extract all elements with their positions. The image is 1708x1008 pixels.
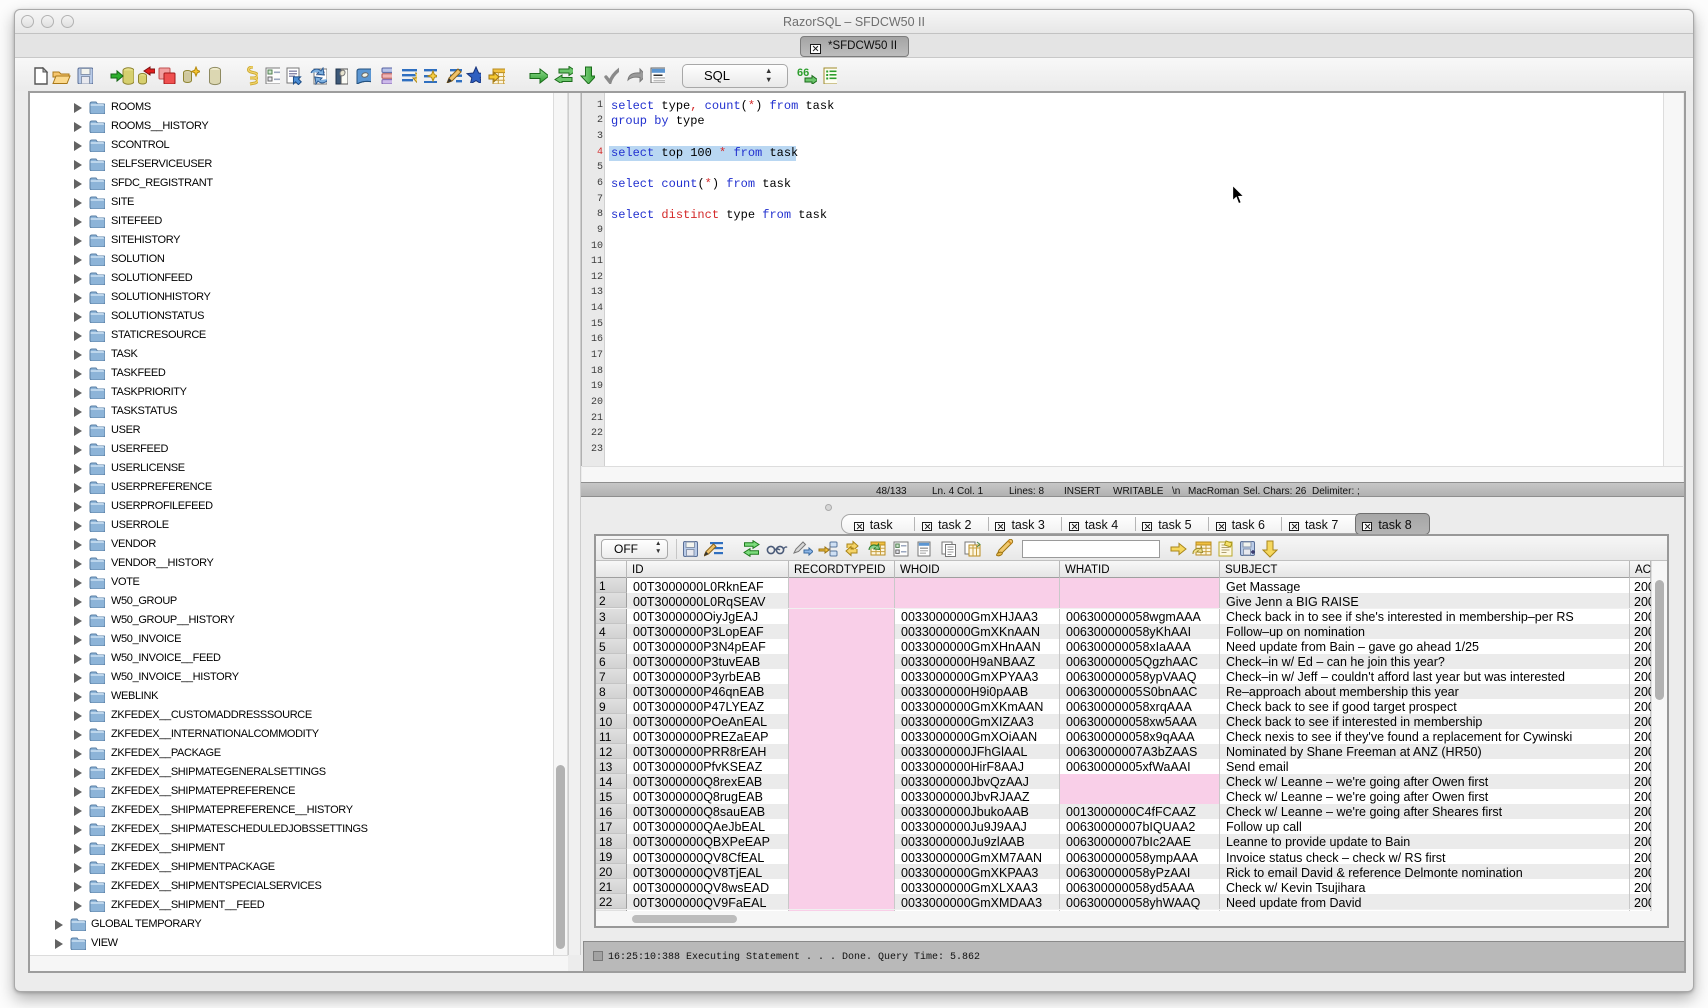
svg-text:66: 66 <box>797 67 809 79</box>
